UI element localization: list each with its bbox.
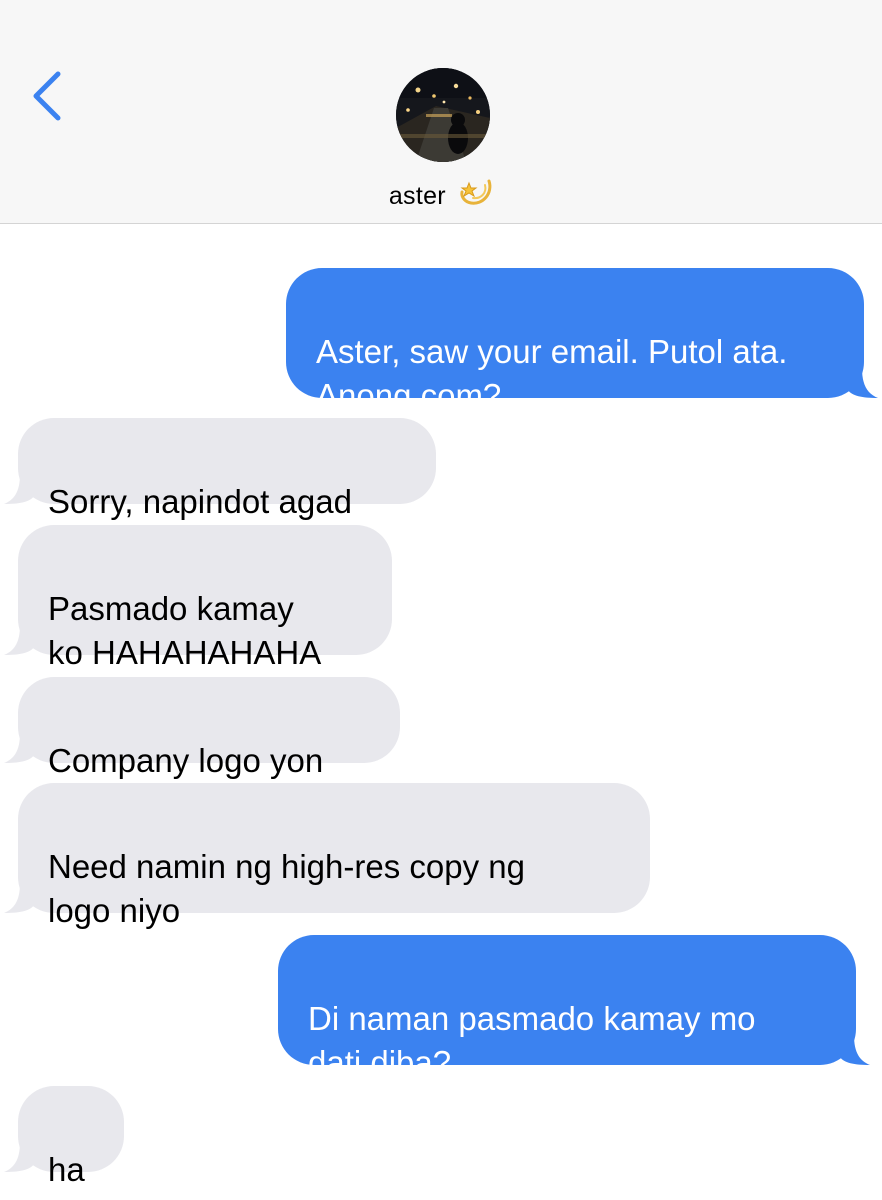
message-text: Sorry, napindot agad <box>48 483 352 520</box>
back-button[interactable] <box>28 68 68 124</box>
message-text: Aster, saw your email. Putol ata. Anong … <box>316 333 788 414</box>
message-bubble-incoming[interactable]: Pasmado kamay ko HAHAHAHAHA <box>4 525 392 671</box>
bubble-tail <box>4 474 34 504</box>
bubble-tail <box>4 733 34 763</box>
bubble-tail <box>4 625 34 655</box>
message-bubble-incoming[interactable]: ha <box>4 1086 124 1188</box>
bubble-tail <box>4 883 34 913</box>
message-text: Di naman pasmado kamay mo dati diba? <box>308 1000 756 1081</box>
message-bubble-outgoing[interactable]: Di naman pasmado kamay mo dati diba? <box>278 935 870 1081</box>
message-bubble-incoming[interactable]: Need namin ng high-res copy ng logo niyo <box>4 783 650 929</box>
message-text: Pasmado kamay ko HAHAHAHAHA <box>48 590 322 671</box>
chevron-left-icon <box>33 71 61 121</box>
message-bubble-incoming[interactable]: Company logo yon <box>4 677 400 779</box>
bubble-tail <box>4 1142 34 1172</box>
message-bubble-incoming[interactable]: Sorry, napindot agad <box>4 418 436 520</box>
contact-name-row[interactable]: aster <box>0 178 882 217</box>
conversation-header: aster <box>0 0 882 224</box>
message-text: Company logo yon <box>48 742 324 779</box>
contact-avatar[interactable] <box>396 68 490 162</box>
bubble-tail <box>848 368 878 398</box>
bubble-tail <box>840 1035 870 1065</box>
contact-name: aster <box>388 182 446 211</box>
message-text: ha <box>48 1151 85 1188</box>
message-bubble-outgoing[interactable]: Aster, saw your email. Putol ata. Anong … <box>286 268 878 414</box>
contact-photo <box>396 68 490 162</box>
dizzy-star-icon <box>459 175 493 214</box>
message-thread[interactable]: Aster, saw your email. Putol ata. Anong … <box>0 224 882 1200</box>
message-text: Need namin ng high-res copy ng logo niyo <box>48 848 525 929</box>
